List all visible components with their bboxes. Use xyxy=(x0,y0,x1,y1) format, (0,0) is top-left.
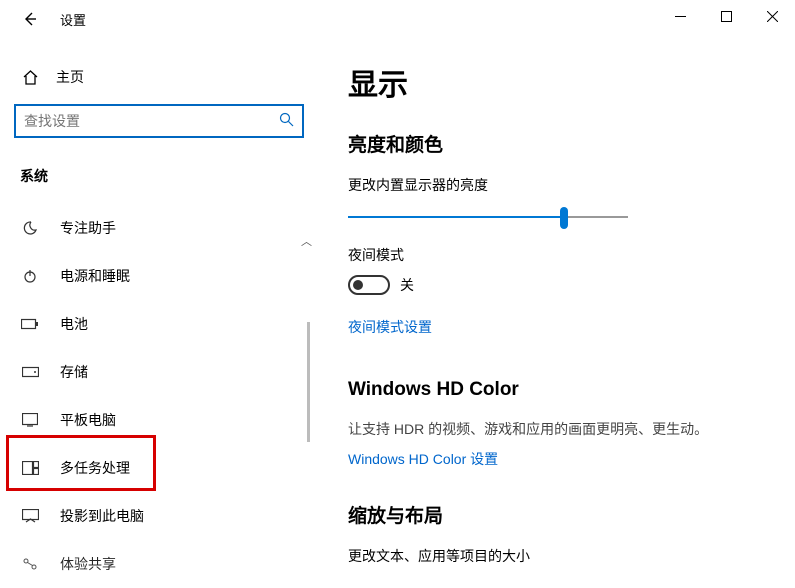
night-light-toggle[interactable] xyxy=(348,275,390,295)
night-light-state: 关 xyxy=(400,275,414,295)
search-box[interactable] xyxy=(14,104,304,138)
project-icon xyxy=(20,509,40,523)
brightness-slider[interactable] xyxy=(348,207,628,227)
tablet-icon xyxy=(20,413,40,427)
scrollbar-thumb[interactable] xyxy=(307,322,310,442)
hd-color-header: Windows HD Color xyxy=(348,379,771,401)
search-icon xyxy=(278,112,294,130)
night-light-label: 夜间模式 xyxy=(348,245,771,265)
maximize-icon xyxy=(721,11,732,22)
minimize-button[interactable] xyxy=(657,0,703,32)
sidebar-item-shared-experiences[interactable]: 体验共享 xyxy=(14,540,304,588)
scroll-up-chevron-icon[interactable]: ︿ xyxy=(301,233,312,249)
minimize-icon xyxy=(675,11,686,22)
close-button[interactable] xyxy=(749,0,795,32)
power-icon xyxy=(20,268,40,284)
window-title: 设置 xyxy=(60,10,86,29)
close-icon xyxy=(767,11,778,22)
sidebar-item-battery[interactable]: 电池 xyxy=(14,300,304,348)
maximize-button[interactable] xyxy=(703,0,749,32)
sidebar-item-label: 电池 xyxy=(60,314,88,334)
slider-fill xyxy=(348,216,564,218)
sidebar-item-multitasking[interactable]: 多任务处理 xyxy=(14,444,304,492)
back-arrow-icon xyxy=(22,11,38,27)
sidebar-item-storage[interactable]: 存储 xyxy=(14,348,304,396)
search-input[interactable] xyxy=(24,113,278,129)
home-icon xyxy=(20,69,40,86)
sidebar-item-label: 多任务处理 xyxy=(60,458,130,478)
sidebar-item-label: 存储 xyxy=(60,362,88,382)
night-light-settings-link[interactable]: 夜间模式设置 xyxy=(348,317,432,337)
sidebar-section-header: 系统 xyxy=(14,166,320,186)
storage-icon xyxy=(20,366,40,378)
sidebar-item-focus-assist[interactable]: 专注助手 xyxy=(14,204,304,252)
back-button[interactable] xyxy=(14,3,46,35)
sidebar: 主页 系统 专注助手 电源和睡眠 电池 存储 xyxy=(0,38,320,550)
share-icon xyxy=(20,557,40,571)
sidebar-item-projecting[interactable]: 投影到此电脑 xyxy=(14,492,304,540)
multitask-icon xyxy=(20,461,40,475)
titlebar: 设置 xyxy=(0,0,795,38)
sidebar-item-label: 投影到此电脑 xyxy=(60,506,144,526)
hd-color-desc: 让支持 HDR 的视频、游戏和应用的画面更明亮、更生动。 xyxy=(348,419,771,439)
sidebar-item-label: 专注助手 xyxy=(60,218,116,238)
brightness-color-header: 亮度和颜色 xyxy=(348,130,771,157)
hd-color-settings-link[interactable]: Windows HD Color 设置 xyxy=(348,449,498,469)
brightness-label: 更改内置显示器的亮度 xyxy=(348,175,771,195)
sidebar-home[interactable]: 主页 xyxy=(14,58,320,96)
sidebar-item-label: 电源和睡眠 xyxy=(60,266,130,286)
sidebar-item-power-sleep[interactable]: 电源和睡眠 xyxy=(14,252,304,300)
sidebar-nav-list: 专注助手 电源和睡眠 电池 存储 平板电脑 多任务处理 xyxy=(14,204,320,588)
slider-thumb[interactable] xyxy=(560,207,568,229)
sidebar-item-label: 体验共享 xyxy=(60,554,116,574)
toggle-knob-icon xyxy=(353,280,363,290)
moon-icon xyxy=(20,220,40,236)
sidebar-item-label: 平板电脑 xyxy=(60,410,116,430)
sidebar-home-label: 主页 xyxy=(56,67,84,87)
page-title: 显示 xyxy=(348,60,771,104)
window-controls xyxy=(657,0,795,32)
battery-icon xyxy=(20,318,40,330)
scale-label: 更改文本、应用等项目的大小 xyxy=(348,546,771,566)
content-pane: 显示 亮度和颜色 更改内置显示器的亮度 夜间模式 关 夜间模式设置 Window… xyxy=(320,38,795,550)
sidebar-item-tablet[interactable]: 平板电脑 xyxy=(14,396,304,444)
scale-layout-header: 缩放与布局 xyxy=(348,501,771,528)
